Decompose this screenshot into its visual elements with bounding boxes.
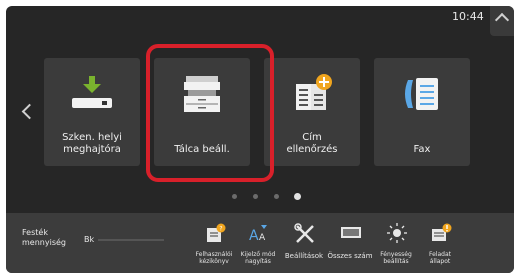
- brightness-icon: [387, 223, 407, 243]
- total-count-button[interactable]: Összes szám: [327, 213, 373, 273]
- svg-text:?: ?: [219, 226, 222, 233]
- tile-fax[interactable]: Fax: [374, 58, 470, 166]
- job-status-button[interactable]: Feladat állapot: [418, 213, 462, 273]
- toner-level: Festék mennyiség Bk: [6, 213, 174, 273]
- bottom-bar: Festék mennyiség Bk ? Felhasználói kézik…: [6, 213, 514, 273]
- tile-label: Szken. helyi meghajtóra: [62, 132, 122, 155]
- manual-icon: ?: [207, 223, 226, 242]
- touch-screen: 10:44 Szken. helyi meghajtóra Tálca beál…: [6, 6, 514, 273]
- page-dot-active[interactable]: [294, 193, 301, 200]
- display-zoom-button[interactable]: A A Kijelző mód nagyítás: [236, 213, 280, 273]
- settings-tools-icon: [294, 223, 314, 243]
- address-book-add-icon: [296, 74, 332, 110]
- previous-page-button[interactable]: [20, 102, 34, 122]
- page-dot[interactable]: [232, 194, 237, 199]
- quick-label: Feladat állapot: [429, 251, 451, 265]
- page-indicator: [6, 192, 514, 202]
- tile-address-check[interactable]: Cím ellenőrzés: [264, 58, 360, 166]
- fax-phone-icon: [405, 78, 438, 110]
- hide-bar-button[interactable]: [490, 6, 514, 36]
- clock: 10:44: [452, 10, 484, 23]
- svg-text:A: A: [259, 233, 266, 243]
- toner-label: Festék mennyiség: [22, 228, 66, 247]
- text-zoom-icon: A A: [249, 225, 267, 243]
- tile-label: Fax: [413, 144, 431, 155]
- page-dot[interactable]: [253, 194, 258, 199]
- tile-label: Cím ellenőrzés: [286, 132, 338, 155]
- toner-bar: [98, 239, 164, 241]
- tile-scan-to-local-drive[interactable]: Szken. helyi meghajtóra: [44, 58, 140, 166]
- chevron-up-icon: [494, 12, 510, 28]
- page-dot[interactable]: [274, 194, 279, 199]
- svg-text:A: A: [249, 228, 259, 243]
- job-status-icon: [432, 223, 452, 241]
- status-bar: 10:44: [6, 6, 514, 44]
- settings-button[interactable]: Beállítások: [282, 213, 326, 273]
- selection-highlight: [146, 44, 274, 182]
- usb-drive-download-icon: [72, 76, 112, 108]
- toner-color-label: Bk: [84, 235, 95, 244]
- device-frame: 10:44 Szken. helyi meghajtóra Tálca beál…: [0, 0, 520, 279]
- counter-icon: [341, 227, 361, 238]
